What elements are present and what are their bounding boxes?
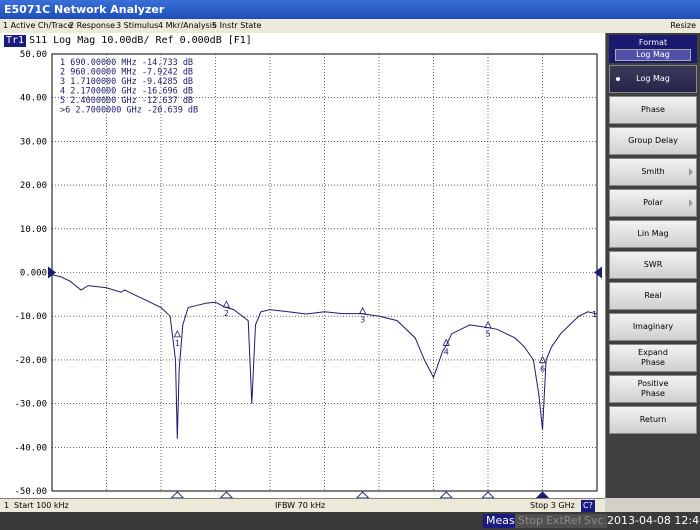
softkey-real[interactable]: Real: [609, 282, 697, 310]
y-tick-label: -10.00: [14, 312, 47, 322]
meas-indicator: Meas: [483, 514, 518, 528]
trace-plot-area: Tr1 S11 Log Mag 10.00dB/ Ref 0.000dB [F1]…: [0, 33, 606, 498]
stop-frequency[interactable]: Stop 3 GHz: [530, 499, 575, 513]
marker-number-label: 3: [360, 316, 365, 325]
instrument-status-bar: Meas Stop ExtRef Svc 2013-04-08 12:49: [0, 512, 700, 530]
marker-readout-line: >6 2.7000000 GHz -20.639 dB: [60, 106, 198, 116]
softkey-label: Positive Phase: [637, 379, 669, 398]
submenu-arrow-icon: [689, 199, 693, 207]
submenu-arrow-icon: [689, 168, 693, 176]
softkey-log-mag[interactable]: Log Mag: [609, 65, 697, 93]
menu-stimulus[interactable]: 3 Stimulus: [116, 19, 158, 33]
svc-indicator: Svc: [581, 514, 607, 528]
menu-response[interactable]: 2 Response: [69, 19, 115, 33]
marker-number-label: 6: [540, 365, 545, 374]
softkey-label: Expand Phase: [638, 348, 668, 367]
menu-mkr-analysis[interactable]: 4 Mkr/Analysis: [158, 19, 216, 33]
softkey-imaginary[interactable]: Imaginary: [609, 313, 697, 341]
s11-chart: 50.00 40.00 30.00 20.00 10.00 0.000 -10.00 -20.…: [14, 50, 602, 498]
y-tick-label: -20.00: [14, 356, 47, 366]
marker-readout-line: 2 960.00000 MHz -7.9242 dB: [60, 68, 193, 78]
softkey-polar[interactable]: Polar: [609, 189, 697, 217]
softkey-panel: Format Log Mag Log Mag Phase Group Delay…: [606, 33, 700, 498]
marker-readout-line: 3 1.7100000 GHz -9.4285 dB: [60, 77, 193, 87]
date-time: 2013-04-08 12:49: [607, 514, 700, 527]
extref-indicator: ExtRef: [543, 514, 585, 528]
softkey-title: Format: [638, 38, 668, 47]
softkey-expand-phase[interactable]: Expand Phase: [609, 344, 697, 372]
softkey-label: Log Mag: [636, 74, 670, 83]
softkey-label: SWR: [643, 260, 663, 269]
marker-readout-line: 1 690.00000 MHz -14.733 dB: [60, 58, 193, 68]
softkey-label: Group Delay: [628, 136, 678, 145]
window-title: E5071C Network Analyzer: [0, 0, 700, 19]
y-tick-label: -50.00: [14, 487, 47, 497]
softkey-label: Return: [639, 415, 667, 424]
softkey-footer: [605, 498, 700, 512]
marker-number-label: 4: [444, 347, 449, 356]
marker-triangle-icon: [222, 300, 231, 308]
y-tick-label: 10.00: [20, 225, 47, 235]
y-tick-label: 20.00: [20, 181, 47, 191]
softkey-label: Smith: [641, 167, 665, 176]
marker-readout-line: 5 2.4000000 GHz -12.637 dB: [60, 96, 193, 106]
stop-indicator: Stop: [515, 514, 547, 528]
marker-readout-line: 4 2.1700000 GHz -16.696 dB: [60, 87, 193, 97]
softkey-positive-phase[interactable]: Positive Phase: [609, 375, 697, 403]
softkey-menu-title: Format Log Mag: [609, 35, 697, 63]
marker-triangle-icon: [358, 306, 367, 315]
softkey-label: Phase: [641, 105, 665, 114]
y-tick-label: 0.000: [20, 269, 47, 279]
y-tick-label: 40.00: [20, 94, 47, 104]
channel-number: 1: [4, 501, 10, 510]
marker-number-label: 2: [224, 309, 229, 318]
cal-status-badge: C?: [581, 500, 595, 512]
marker-triangle-icon: [173, 329, 181, 338]
menu-bar: 1 Active Ch/Trace 2 Response 3 Stimulus …: [0, 19, 700, 33]
softkey-current-format: Log Mag: [615, 49, 691, 61]
start-frequency[interactable]: Start 100 kHz: [14, 499, 69, 513]
marker-number-label: 1: [175, 339, 180, 348]
marker-number-label: 5: [485, 330, 490, 339]
y-tick-label: 50.00: [20, 50, 47, 60]
channel-status-bar: 1 Start 100 kHz IFBW 70 kHz Stop 3 GHz C…: [0, 498, 605, 513]
ref-level-right-icon: [594, 266, 602, 279]
y-tick-label: -40.00: [14, 443, 47, 453]
softkey-swr[interactable]: SWR: [609, 251, 697, 279]
ifbw-setting[interactable]: IFBW 70 kHz: [275, 499, 325, 513]
softkey-label: Imaginary: [632, 322, 674, 331]
menu-instr-state[interactable]: 5 Instr State: [212, 19, 261, 33]
softkey-lin-mag[interactable]: Lin Mag: [609, 220, 697, 248]
menu-active-ch-trace[interactable]: 1 Active Ch/Trace: [3, 19, 73, 33]
selected-dot-icon: [616, 77, 620, 81]
softkey-label: Lin Mag: [637, 229, 669, 238]
resize-button[interactable]: Resize: [670, 19, 696, 33]
y-tick-label: -30.00: [14, 400, 47, 410]
softkey-return[interactable]: Return: [609, 406, 697, 434]
y-tick-label: 30.00: [20, 137, 47, 147]
softkey-phase[interactable]: Phase: [609, 96, 697, 124]
softkey-smith[interactable]: Smith: [609, 158, 697, 186]
trace-end-marker-label: 1: [592, 310, 597, 319]
softkey-label: Real: [644, 291, 662, 300]
softkey-group-delay[interactable]: Group Delay: [609, 127, 697, 155]
softkey-label: Polar: [643, 198, 663, 207]
